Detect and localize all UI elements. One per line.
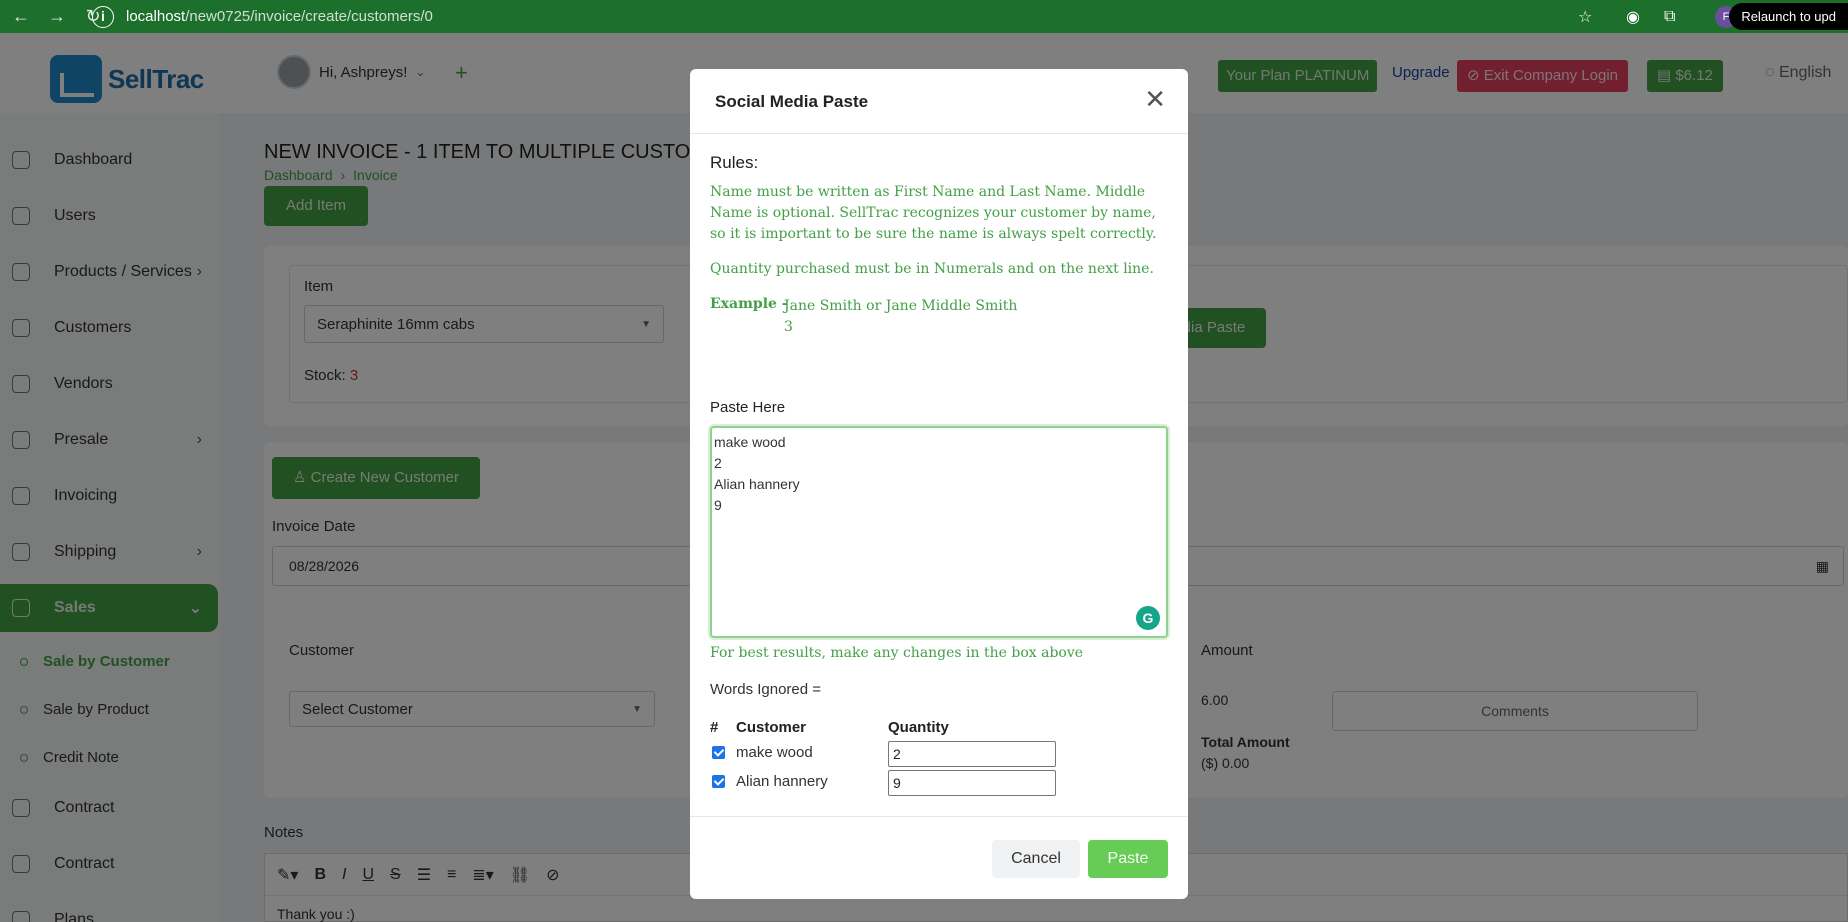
example-label: Example - [710, 296, 788, 312]
example-line-2: 3 [784, 319, 793, 335]
url-host: localhost [126, 8, 186, 25]
rule-quantity: Quantity purchased must be in Numerals a… [710, 261, 1154, 277]
bookmark-star-icon[interactable]: ☆ [1578, 0, 1592, 33]
modal-title: Social Media Paste [715, 92, 869, 111]
modal-footer: Cancel Paste [690, 816, 1188, 899]
row-checkbox[interactable] [712, 746, 725, 759]
modal-header: Social Media Paste ✕ [690, 69, 1188, 134]
rule-name-format: Name must be written as First Name and L… [710, 184, 1157, 242]
row-customer-name: make wood [736, 744, 813, 761]
row-customer-name: Alian hannery [736, 773, 828, 790]
url-path: /new0725/invoice/create/customers/0 [185, 8, 433, 25]
edit-hint: For best results, make any changes in th… [710, 645, 1084, 661]
rules-title: Rules: [710, 153, 759, 172]
column-header-quantity: Quantity [888, 719, 949, 736]
row-checkbox[interactable] [712, 775, 725, 788]
paste-textarea[interactable]: make wood 2 Alian hannery 9 [710, 426, 1168, 638]
extension-icon[interactable]: ◉ [1626, 0, 1640, 33]
cancel-button[interactable]: Cancel [992, 840, 1080, 878]
social-media-paste-modal: Social Media Paste ✕ Rules: Name must be… [690, 69, 1188, 899]
example-text: Jane Smith or Jane Middle Smith 3 [784, 296, 1017, 338]
close-icon[interactable]: ✕ [1144, 86, 1166, 112]
paste-button[interactable]: Paste [1088, 840, 1168, 878]
grammarly-icon[interactable]: G [1136, 606, 1160, 630]
back-icon[interactable]: ← [6, 6, 36, 27]
column-header-number: # [710, 719, 719, 736]
forward-icon[interactable]: → [42, 6, 72, 27]
column-header-customer: Customer [736, 719, 807, 736]
paste-here-label: Paste Here [710, 399, 786, 416]
example-line-1: Jane Smith or Jane Middle Smith [784, 298, 1018, 314]
row-quantity-input[interactable]: 9 [888, 770, 1056, 796]
site-info-icon[interactable]: i [92, 5, 114, 28]
row-quantity-input[interactable]: 2 [888, 741, 1056, 767]
puzzle-icon[interactable]: ⧉ [1664, 0, 1675, 33]
words-ignored: Words Ignored = [710, 681, 822, 698]
address-bar[interactable]: i localhost/new0725/invoice/create/custo… [92, 0, 433, 33]
relaunch-button[interactable]: Relaunch to upd [1729, 3, 1848, 30]
